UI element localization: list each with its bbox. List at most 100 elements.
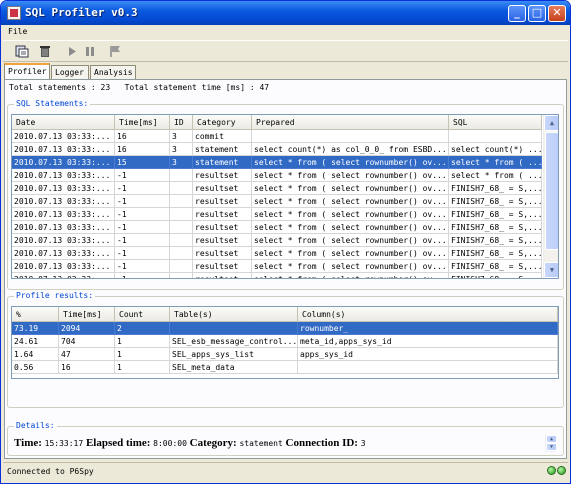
table-cell: 2010.07.13 03:33:... — [12, 143, 115, 156]
table-row[interactable]: 2010.07.13 03:33:... 16 3 commit — [12, 130, 542, 143]
details-down-icon[interactable]: ▼ — [546, 443, 557, 451]
export-icon[interactable] — [13, 43, 31, 60]
table-cell: 2 — [115, 322, 170, 335]
title-bar[interactable]: SQL Profiler v0.3 _ □ ✕ — [1, 1, 570, 25]
table-cell — [170, 195, 193, 208]
col-time[interactable]: Time[ms] — [115, 115, 170, 130]
table-cell: 2010.07.13 03:33:... — [12, 247, 115, 260]
details-spinner[interactable]: ▲ ▼ — [545, 435, 557, 452]
table-row[interactable]: 0.56 16 1 SEL_meta_data — [12, 361, 558, 374]
col-prepared[interactable]: Prepared — [252, 115, 449, 130]
table-row[interactable]: 2010.07.13 03:33:... 15 3 statement select *… — [12, 156, 542, 169]
table-cell: FINISH7_68_ = S,... — [449, 273, 542, 278]
table-cell: FINISH7_68_ = S,... — [449, 260, 542, 273]
maximize-button[interactable]: □ — [528, 5, 546, 22]
table-row[interactable]: 2010.07.13 03:33:...-1resultsetselect * … — [12, 247, 542, 260]
table-cell — [170, 273, 193, 278]
pause-icon[interactable] — [81, 43, 99, 60]
sql-statements-group: SQL Statements: Date Time[ms] ID Categor… — [7, 99, 564, 290]
menu-bar: File — [3, 25, 568, 39]
window-title: SQL Profiler v0.3 — [25, 6, 138, 19]
app-window: SQL Profiler v0.3 _ □ ✕ File Profiler Lo… — [0, 0, 571, 484]
play-icon[interactable] — [63, 43, 81, 60]
table-cell: 2010.07.13 03:33:... — [12, 208, 115, 221]
table-cell: 16 — [115, 130, 170, 143]
table-cell — [170, 208, 193, 221]
tab-logger[interactable]: Logger — [51, 65, 89, 79]
col-prof-time[interactable]: Time[ms] — [59, 307, 115, 322]
table-cell: FINISH7_68_ = S,... — [449, 221, 542, 234]
flag-icon[interactable] — [106, 43, 124, 60]
connection-status-icon — [546, 466, 566, 477]
table-cell: resultset — [193, 221, 252, 234]
table-cell: select * from ( select rownumber() ov... — [252, 260, 449, 273]
table-cell: 1 — [115, 335, 170, 348]
table-cell: select * from ( select rownumber() ov... — [252, 234, 449, 247]
table-cell: select * from ( select rownumber() ov... — [252, 273, 449, 278]
profile-results-label: Profile results: — [14, 291, 96, 300]
table-cell: -1 — [115, 273, 170, 278]
scroll-thumb[interactable] — [545, 132, 558, 250]
table-cell: resultset — [193, 273, 252, 278]
table-row[interactable]: 2010.07.13 03:33:...-1resultsetselect * … — [12, 221, 542, 234]
profile-header: % Time[ms] Count Table(s) Column(s) — [12, 307, 558, 322]
profiler-panel: Total statements : 23 Total statement ti… — [4, 79, 567, 459]
tab-analysis[interactable]: Analysis — [90, 65, 136, 79]
table-cell: SEL_meta_data — [170, 361, 298, 374]
table-row[interactable]: 2010.07.13 03:33:...-1resultsetselect * … — [12, 208, 542, 221]
table-cell: 2010.07.13 03:33:... — [12, 195, 115, 208]
details-text: Time: 15:33:17 Elapsed time: 8:00:00 Cat… — [14, 437, 366, 449]
delete-icon[interactable] — [36, 43, 54, 60]
connection-label: Connection ID: — [285, 437, 358, 449]
table-cell: commit — [193, 130, 252, 143]
statements-table[interactable]: Date Time[ms] ID Category Prepared SQL 2… — [11, 114, 559, 279]
table-cell: 0.56 — [12, 361, 59, 374]
table-cell: -1 — [115, 221, 170, 234]
statements-header: Date Time[ms] ID Category Prepared SQL — [12, 115, 542, 130]
scroll-down-arrow-icon[interactable]: ▼ — [544, 262, 558, 278]
col-columns[interactable]: Column(s) — [298, 307, 558, 322]
table-cell — [170, 221, 193, 234]
profile-table[interactable]: % Time[ms] Count Table(s) Column(s) 73.1… — [11, 306, 559, 379]
col-count[interactable]: Count — [115, 307, 170, 322]
table-row[interactable]: 2010.07.13 03:33:...-1resultsetselect * … — [12, 260, 542, 273]
col-category[interactable]: Category — [193, 115, 252, 130]
close-button[interactable]: ✕ — [548, 5, 566, 22]
col-id[interactable]: ID — [170, 115, 193, 130]
table-cell — [252, 130, 449, 143]
table-row[interactable]: 2010.07.13 03:33:...-1resultsetselect * … — [12, 182, 542, 195]
minimize-button[interactable]: _ — [508, 5, 526, 22]
tab-profiler[interactable]: Profiler — [4, 63, 50, 80]
table-cell — [170, 260, 193, 273]
menu-file[interactable]: File — [8, 27, 27, 36]
details-group: Details: Time: 15:33:17 Elapsed time: 8:… — [7, 421, 564, 456]
table-row[interactable]: 2010.07.13 03:33:... 16 3 statement select c… — [12, 143, 542, 156]
col-date[interactable]: Date — [12, 115, 115, 130]
details-up-icon[interactable]: ▲ — [546, 435, 557, 443]
table-cell: statement — [193, 156, 252, 169]
table-cell: FINISH7_68_ = S,... — [449, 234, 542, 247]
category-label: Category: — [189, 437, 237, 449]
table-cell: select * from ( select rownumber() ov... — [252, 182, 449, 195]
table-cell: 2010.07.13 03:33:... — [12, 273, 115, 278]
table-cell: 2094 — [59, 322, 115, 335]
table-row[interactable]: 2010.07.13 03:33:...-1resultsetselect * … — [12, 234, 542, 247]
table-row[interactable]: 2010.07.13 03:33:...-1resultsetselect * … — [12, 195, 542, 208]
table-cell: select count(*) ... — [449, 143, 542, 156]
col-tables[interactable]: Table(s) — [170, 307, 298, 322]
table-cell: 3 — [170, 143, 193, 156]
table-row[interactable]: 73.19 2094 2 rownumber_ — [12, 322, 558, 335]
table-cell: 73.19 — [12, 322, 59, 335]
table-cell: 16 — [115, 143, 170, 156]
statements-scrollbar[interactable]: ▲ ▼ — [543, 115, 558, 278]
table-row[interactable]: 2010.07.13 03:33:...-1 resultsetselect * … — [12, 273, 542, 278]
table-row[interactable]: 1.64 47 1 SEL_apps_sys_list apps_sys_id — [12, 348, 558, 361]
table-cell — [449, 130, 542, 143]
col-percent[interactable]: % — [12, 307, 59, 322]
table-row[interactable]: 24.61 704 1 SEL_esb_message_control... meta_… — [12, 335, 558, 348]
table-cell: 1 — [115, 361, 170, 374]
table-cell: statement — [193, 143, 252, 156]
table-row[interactable]: 2010.07.13 03:33:...-1resultsetselect * … — [12, 169, 542, 182]
scroll-up-arrow-icon[interactable]: ▲ — [544, 115, 558, 131]
col-sql[interactable]: SQL — [449, 115, 542, 130]
